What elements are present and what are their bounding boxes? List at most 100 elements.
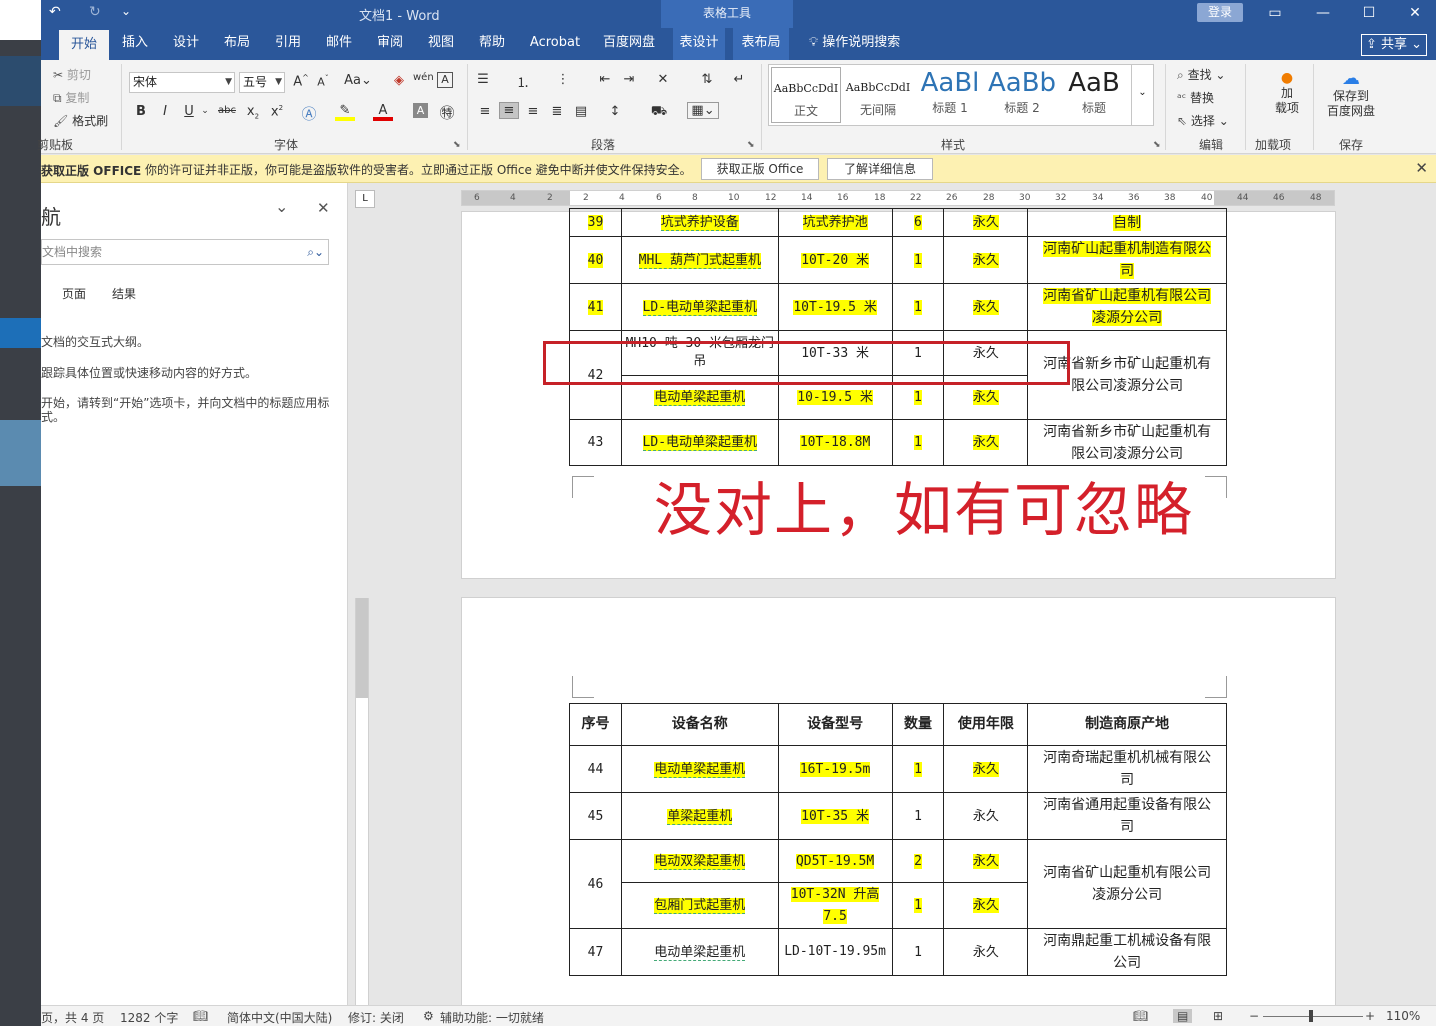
close-icon[interactable]: ✕ (1415, 159, 1428, 177)
style-heading-2[interactable]: AaBb 标题 2 (987, 67, 1057, 123)
dialog-launcher-icon[interactable]: ⬊ (453, 140, 461, 150)
dialog-launcher-icon[interactable]: ⬊ (1153, 140, 1161, 150)
style-no-spacing[interactable]: AaBbCcDdI 无间隔 (843, 67, 913, 123)
nav-tab-results[interactable]: 结果 (112, 285, 136, 302)
font-size-combo[interactable]: 五号 ▼ (239, 72, 285, 93)
tab-references[interactable]: 引用 (266, 28, 310, 60)
share-button[interactable]: ⇪ 共享 ⌄ (1361, 34, 1427, 56)
zoom-slider-thumb[interactable] (1309, 1010, 1313, 1022)
undo-button[interactable]: ↶ (49, 4, 61, 20)
strikethrough-button[interactable]: abc (217, 105, 237, 116)
close-window-button[interactable]: ✕ (1397, 2, 1433, 24)
text-effects-icon[interactable]: Ⓐ (299, 103, 319, 124)
shading-icon[interactable]: ⛟ (649, 104, 669, 121)
character-shading-icon[interactable]: A (413, 103, 428, 118)
decrease-indent-icon[interactable]: ⇤ (595, 72, 615, 87)
vertical-ruler[interactable] (355, 598, 369, 1005)
style-heading-1[interactable]: AaBl 标题 1 (915, 67, 985, 123)
zoom-in-button[interactable]: + (1365, 1009, 1375, 1023)
proofing-icon[interactable]: 📖︎ (193, 1009, 208, 1023)
highlight-color-icon[interactable]: ✎ (335, 103, 355, 121)
shrink-font-button[interactable]: Aˇ (313, 74, 333, 89)
redo-button[interactable]: ↻ (89, 4, 101, 20)
tab-design[interactable]: 设计 (164, 28, 208, 60)
increase-indent-icon[interactable]: ⇥ (619, 72, 639, 87)
bullets-icon[interactable]: ☰ (473, 72, 493, 87)
styles-more-button[interactable]: ⌄ (1131, 65, 1153, 125)
tab-table-layout[interactable]: 表布局 (733, 28, 789, 60)
change-case-button[interactable]: Aa⌄ (343, 73, 373, 88)
copy-button[interactable]: ⧉ 复制 (53, 89, 89, 106)
tab-layout[interactable]: 布局 (215, 28, 259, 60)
sort-icon[interactable]: ⇅ (697, 72, 717, 87)
style-title[interactable]: AaB 标题 (1059, 67, 1129, 123)
horizontal-ruler[interactable]: 6 4 2 2 4 6 8 10 12 14 16 18 22 26 28 30 32 34 36 38 40 44 46 4… (461, 190, 1335, 206)
customize-quick-access-button[interactable]: ⌄ (121, 4, 131, 18)
select-button[interactable]: ⇖ 选择 ⌄ (1177, 112, 1229, 129)
find-button[interactable]: ⌕ 查找 ⌄ (1177, 66, 1225, 83)
print-layout-icon[interactable]: ▤ (1173, 1009, 1193, 1023)
superscript-button[interactable]: x2 (267, 104, 287, 119)
zoom-out-button[interactable]: − (1249, 1009, 1259, 1023)
bold-button[interactable]: B (131, 104, 151, 119)
style-normal[interactable]: AaBbCcDdI 正文 (771, 67, 841, 123)
underline-dropdown-icon[interactable]: ⌄ (195, 106, 215, 116)
accessibility-icon[interactable]: ⚙︎ (423, 1009, 434, 1023)
search-icon[interactable]: ⌕⌄ (307, 240, 324, 264)
page-count[interactable]: 页，共 4 页 (41, 1009, 104, 1026)
track-changes-status[interactable]: 修订: 关闭 (348, 1009, 404, 1026)
show-marks-icon[interactable]: ↵ (729, 72, 749, 87)
dialog-launcher-icon[interactable]: ⬊ (747, 140, 755, 150)
align-center-icon[interactable]: ≡ (499, 102, 519, 119)
tab-insert[interactable]: 插入 (113, 28, 157, 60)
format-painter-button[interactable]: 🖌︎ 格式刷 (53, 112, 108, 129)
enclose-characters-icon[interactable]: ㊕ (437, 102, 457, 123)
distributed-icon[interactable]: ▤ (571, 104, 591, 119)
save-to-baidu-button[interactable]: ☁ 保存到 百度网盘 (1325, 68, 1377, 119)
nav-search-input[interactable]: 文档中搜索 ⌕⌄ (41, 239, 329, 265)
web-layout-icon[interactable]: ⊞ (1213, 1009, 1223, 1023)
borders-icon[interactable]: ▦⌄ (687, 102, 719, 119)
nav-tab-pages[interactable]: 页面 (62, 285, 86, 302)
load-addins-button[interactable]: ● 加 载项 (1269, 70, 1305, 116)
tab-mailings[interactable]: 邮件 (317, 28, 361, 60)
subscript-button[interactable]: x2 (243, 104, 263, 121)
asian-layout-icon[interactable]: ✕ (653, 72, 673, 87)
italic-button[interactable]: I (155, 104, 175, 119)
tab-home[interactable]: 开始 (59, 28, 109, 60)
cut-button[interactable]: ✂ 剪切 (53, 66, 91, 83)
character-border-icon[interactable]: A (437, 72, 453, 88)
clear-formatting-icon[interactable]: ◈ (389, 73, 409, 88)
zoom-level[interactable]: 110% (1386, 1009, 1420, 1023)
minimize-button[interactable]: — (1305, 2, 1341, 24)
maximize-button[interactable]: ☐ (1351, 2, 1387, 24)
login-button[interactable]: 登录 (1197, 3, 1243, 22)
tab-table-design[interactable]: 表设计 (673, 28, 725, 60)
align-right-icon[interactable]: ≡ (523, 104, 543, 119)
justify-icon[interactable]: ≣ (547, 104, 567, 119)
grow-font-button[interactable]: A^ (291, 73, 311, 89)
tab-baidu-netdisk[interactable]: 百度网盘 (597, 28, 661, 60)
get-genuine-office-button[interactable]: 获取正版 Office (701, 158, 819, 180)
multilevel-list-icon[interactable]: ⋮ (553, 72, 573, 87)
tab-help[interactable]: 帮助 (470, 28, 514, 60)
zoom-slider[interactable] (1263, 1016, 1363, 1017)
ribbon-display-options-button[interactable]: ▭ (1257, 2, 1293, 24)
font-name-combo[interactable]: 宋体 ▼ (129, 72, 235, 93)
align-left-icon[interactable]: ≡ (475, 104, 495, 119)
line-spacing-icon[interactable]: ↕ (605, 104, 625, 119)
word-count[interactable]: 1282 个字 (120, 1009, 178, 1026)
tell-me-search[interactable]: 💡︎ 操作说明搜索 (809, 28, 900, 60)
phonetic-guide-icon[interactable]: wén (413, 72, 434, 83)
accessibility-status[interactable]: 辅助功能: 一切就绪 (440, 1009, 544, 1026)
numbering-icon[interactable]: ⒈ (513, 72, 533, 91)
tab-selector[interactable]: L (355, 190, 375, 208)
learn-more-button[interactable]: 了解详细信息 (827, 158, 933, 180)
read-mode-icon[interactable]: 📖︎ (1133, 1009, 1148, 1023)
font-color-icon[interactable]: A (373, 103, 393, 121)
tab-review[interactable]: 审阅 (368, 28, 412, 60)
tab-acrobat[interactable]: Acrobat (525, 28, 585, 60)
close-icon[interactable]: ✕ (317, 199, 330, 217)
tab-view[interactable]: 视图 (419, 28, 463, 60)
language-indicator[interactable]: 简体中文(中国大陆) (227, 1009, 332, 1026)
